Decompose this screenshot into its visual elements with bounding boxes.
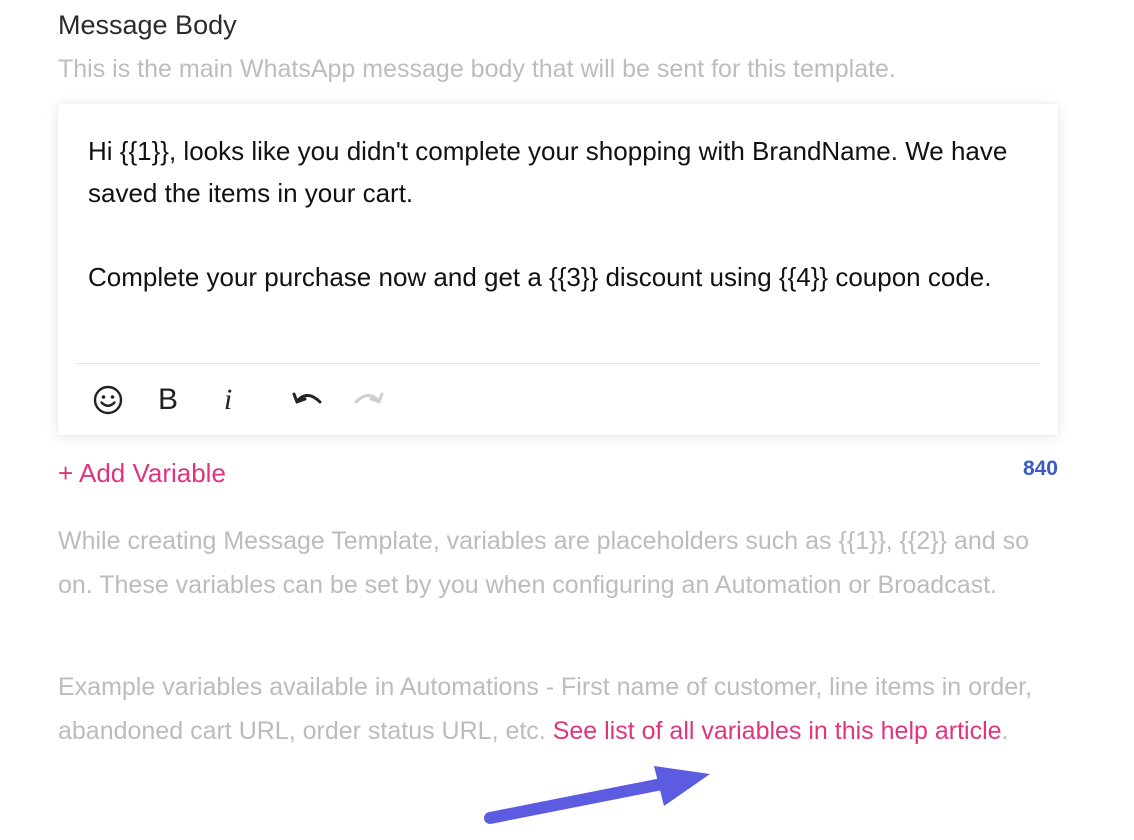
bold-button[interactable]: B [148, 380, 188, 420]
smiley-icon [92, 384, 124, 416]
character-count: 840 [1022, 457, 1058, 480]
undo-button[interactable] [288, 380, 328, 420]
pointer-arrow-icon [484, 766, 710, 824]
example-variables-period: . [1001, 717, 1009, 745]
emoji-button[interactable] [88, 380, 128, 420]
redo-button[interactable] [348, 380, 388, 420]
message-paragraph-2: Complete your purchase now and get a {{3… [88, 262, 992, 292]
example-variables-text: Example variables available in Automatio… [58, 665, 1068, 753]
message-paragraph-1: Hi {{1}}, looks like you didn't complete… [88, 136, 1008, 208]
message-body-text[interactable]: Hi {{1}}, looks like you didn't complete… [88, 130, 1028, 298]
help-article-link[interactable]: See list of all variables in this help a… [553, 717, 1002, 745]
section-title: Message Body [58, 10, 237, 40]
redo-icon [350, 386, 386, 414]
message-body-editor[interactable]: Hi {{1}}, looks like you didn't complete… [58, 104, 1058, 435]
variables-help-text: While creating Message Template, variabl… [58, 527, 1029, 599]
italic-icon: i [223, 383, 233, 416]
editor-divider [76, 363, 1040, 364]
add-variable-button[interactable]: + Add Variable [58, 456, 226, 490]
section-subtitle: This is the main WhatsApp message body t… [58, 55, 896, 83]
bold-icon: B [157, 383, 178, 416]
undo-icon [290, 386, 326, 414]
italic-button[interactable]: i [208, 380, 248, 420]
